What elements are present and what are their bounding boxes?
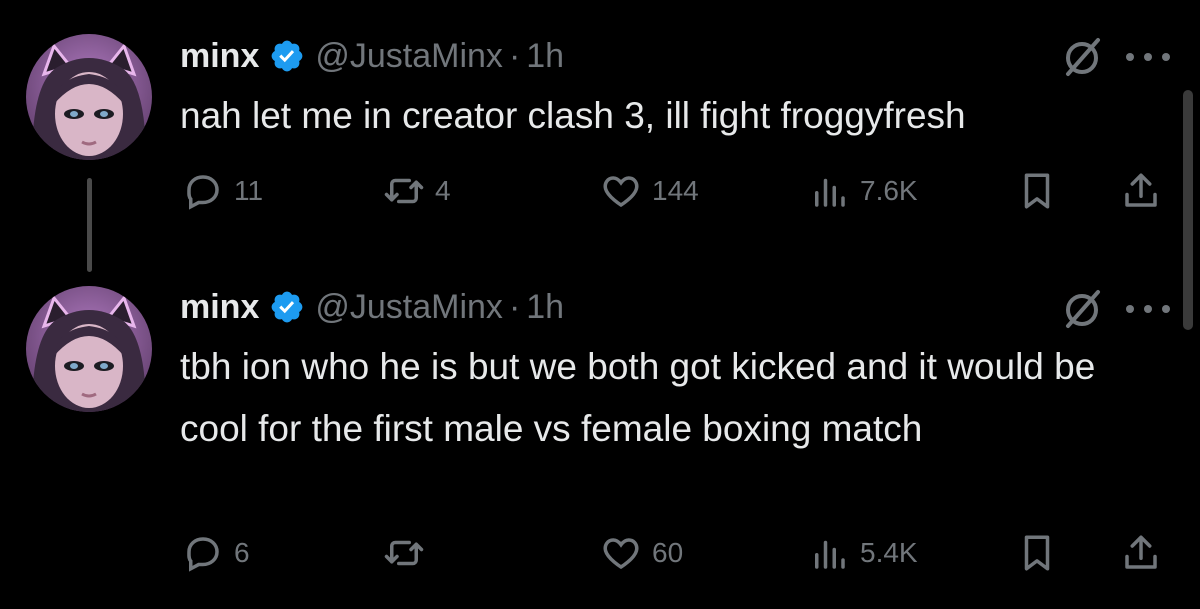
like-count: 60 — [652, 537, 684, 568]
avatar[interactable] — [26, 34, 152, 160]
timestamp[interactable]: 1h — [526, 284, 564, 330]
views-count: 7.6K — [860, 175, 918, 206]
retweet-button[interactable]: 4 — [383, 166, 451, 216]
tweet-header: minx @JustaMinx · 1h — [180, 33, 564, 79]
user-handle[interactable]: @JustaMinx — [315, 284, 503, 330]
like-icon — [600, 532, 642, 574]
grok-icon[interactable] — [1060, 286, 1106, 332]
retweet-icon — [383, 170, 425, 212]
reply-button[interactable]: 6 — [182, 528, 250, 578]
reply-count: 11 — [234, 175, 264, 206]
tweet-text: tbh ion who he is but we both got kicked… — [180, 346, 1096, 449]
separator-dot: · — [508, 37, 521, 75]
reply-icon — [182, 170, 224, 212]
more-icon[interactable] — [1122, 47, 1174, 67]
views-count: 5.4K — [860, 537, 918, 568]
share-icon — [1120, 170, 1162, 212]
tweet-header: minx @JustaMinx · 1h — [180, 284, 564, 330]
like-button[interactable]: 144 — [600, 166, 699, 216]
retweet-icon — [383, 532, 425, 574]
action-bar: 6 60 5.4K — [0, 528, 1200, 578]
bookmark-icon — [1016, 170, 1058, 212]
display-name[interactable]: minx — [180, 33, 259, 79]
separator-dot: · — [508, 288, 521, 326]
avatar[interactable] — [26, 286, 152, 412]
verified-badge-icon — [269, 38, 305, 74]
share-icon — [1120, 532, 1162, 574]
reply-icon — [182, 532, 224, 574]
verified-badge-icon — [269, 289, 305, 325]
tweet[interactable]: minx @JustaMinx · 1h tbh ion who he is b… — [0, 280, 1200, 609]
more-icon[interactable] — [1122, 299, 1174, 319]
retweet-button[interactable] — [383, 528, 435, 578]
views-icon — [808, 170, 850, 212]
share-button[interactable] — [1120, 166, 1162, 216]
retweet-count: 4 — [435, 175, 451, 206]
scrollbar[interactable] — [1183, 90, 1193, 330]
bookmark-button[interactable] — [1016, 166, 1058, 216]
views-button[interactable]: 5.4K — [808, 528, 918, 578]
views-button[interactable]: 7.6K — [808, 166, 918, 216]
like-count: 144 — [652, 175, 699, 206]
tweet-text: nah let me in creator clash 3, ill fight… — [180, 95, 966, 136]
reply-button[interactable]: 11 — [182, 166, 263, 216]
bookmark-icon — [1016, 532, 1058, 574]
user-handle[interactable]: @JustaMinx — [315, 33, 503, 79]
grok-icon[interactable] — [1060, 34, 1106, 80]
display-name[interactable]: minx — [180, 284, 259, 330]
timestamp[interactable]: 1h — [526, 33, 564, 79]
like-button[interactable]: 60 — [600, 528, 683, 578]
reply-count: 6 — [234, 537, 250, 568]
tweet[interactable]: minx @JustaMinx · 1h nah let me in creat… — [0, 0, 1200, 280]
like-icon — [600, 170, 642, 212]
share-button[interactable] — [1120, 528, 1162, 578]
bookmark-button[interactable] — [1016, 528, 1058, 578]
action-bar: 11 4 144 7.6K — [0, 166, 1200, 216]
views-icon — [808, 532, 850, 574]
